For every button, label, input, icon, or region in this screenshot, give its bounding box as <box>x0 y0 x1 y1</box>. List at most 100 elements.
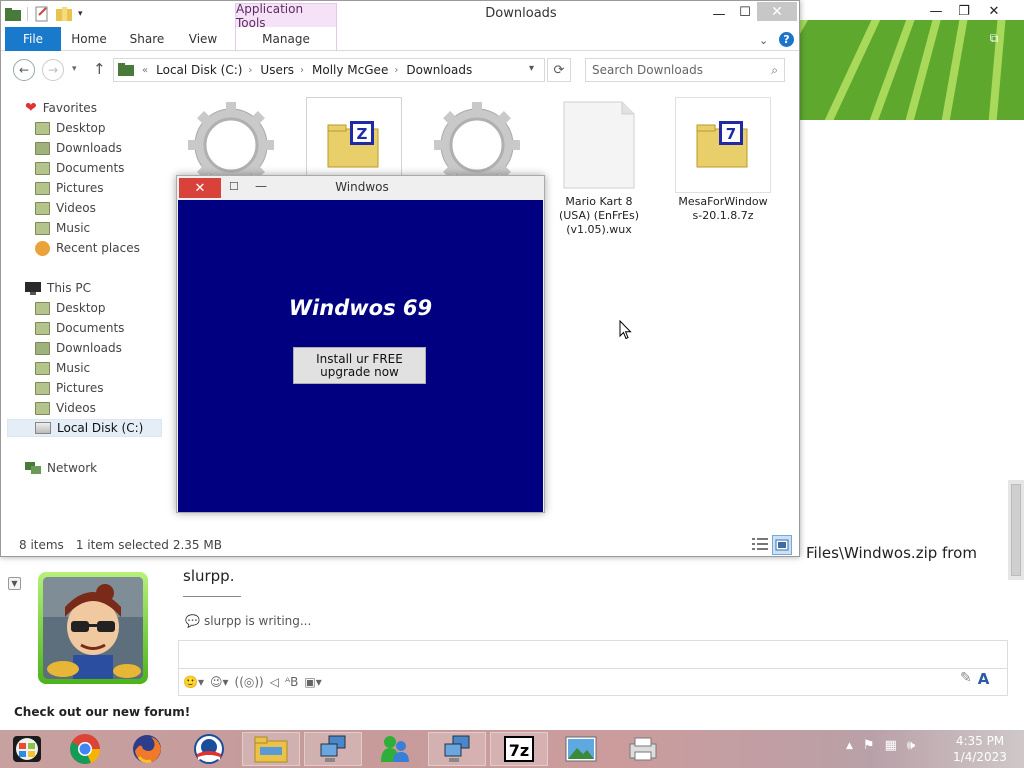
up-button[interactable]: ↑ <box>93 60 106 78</box>
nav-pc-videos[interactable]: Videos <box>35 399 96 417</box>
videos-icon <box>35 401 50 415</box>
breadcrumb-downloads[interactable]: Downloads <box>406 63 472 77</box>
recent-places-icon <box>35 240 50 256</box>
restore-button[interactable]: ❐ <box>950 2 978 20</box>
tab-view[interactable]: View <box>179 27 227 51</box>
emoticon-icon[interactable]: 🙂▾ <box>183 675 204 689</box>
maximize-button[interactable]: ☐ <box>229 180 239 193</box>
print-taskbar-icon[interactable] <box>614 732 672 766</box>
help-icon[interactable]: ? <box>779 32 794 47</box>
breadcrumb-users[interactable]: Users › <box>260 63 304 77</box>
show-hidden-icons-icon[interactable]: ▲ <box>846 741 853 751</box>
volume-icon[interactable]: 🕪 <box>907 738 915 753</box>
forum-link[interactable]: Check out our new forum! <box>14 705 190 719</box>
nav-fav-videos[interactable]: Videos <box>35 199 96 217</box>
clock[interactable]: 4:35 PM 1/4/2023 <box>942 733 1018 765</box>
start-button[interactable] <box>0 732 54 766</box>
tab-manage[interactable]: Manage <box>235 27 337 51</box>
nav-fav-recent[interactable]: Recent places <box>35 239 140 257</box>
nav-this-pc[interactable]: This PC <box>25 279 91 297</box>
action-center-flag-icon[interactable]: ⚑ <box>863 738 875 753</box>
search-input[interactable]: Search Downloads ⌕ <box>585 58 785 82</box>
nav-pc-music[interactable]: Music <box>35 359 90 377</box>
network-tray-icon[interactable]: ▦ <box>885 738 897 753</box>
font-icon[interactable]: ᴬB <box>285 675 298 689</box>
nav-pc-pictures[interactable]: Pictures <box>35 379 104 397</box>
minimize-button[interactable]: — <box>705 5 733 23</box>
collapse-icon[interactable]: ▼ <box>8 577 21 590</box>
chrome-taskbar-icon[interactable] <box>56 732 114 766</box>
photos-taskbar-icon[interactable] <box>552 732 610 766</box>
pictures-icon <box>35 181 50 195</box>
close-button[interactable]: ✕ <box>179 178 221 198</box>
nudge-icon[interactable]: ((◎)) <box>235 675 264 689</box>
msn-messenger-taskbar-icon[interactable] <box>366 732 424 766</box>
nav-pc-downloads[interactable]: Downloads <box>35 339 122 357</box>
recent-locations-icon[interactable]: ▾ <box>72 64 77 74</box>
nav-fav-downloads[interactable]: Downloads <box>35 139 122 157</box>
properties-icon[interactable] <box>34 6 50 22</box>
address-dropdown-icon[interactable]: ▾ <box>529 63 534 74</box>
system-tray: ▲ ⚑ ▦ 🕪 <box>846 738 915 753</box>
refresh-button[interactable]: ⟳ <box>547 58 571 82</box>
remote-network-2-taskbar-icon[interactable] <box>428 732 486 766</box>
nav-fav-pictures[interactable]: Pictures <box>35 179 104 197</box>
nav-pc-documents[interactable]: Documents <box>35 319 124 337</box>
mouse-cursor-icon <box>619 320 632 340</box>
typing-text: slurpp is writing... <box>203 614 312 628</box>
customize-dropdown-icon[interactable]: ▾ <box>78 9 83 19</box>
pencil-icon[interactable]: ✎ <box>960 670 972 688</box>
tab-share[interactable]: Share <box>121 27 173 51</box>
options-icon[interactable]: ⧉ <box>984 30 1004 46</box>
minimize-button[interactable]: — <box>255 179 267 193</box>
nav-network[interactable]: Network <box>25 459 97 477</box>
tab-home[interactable]: Home <box>65 27 113 51</box>
7zip-taskbar-icon[interactable]: 7z <box>490 732 548 766</box>
nav-fav-music[interactable]: Music <box>35 219 90 237</box>
minimize-button[interactable]: — <box>922 2 950 20</box>
music-icon <box>35 221 50 235</box>
back-button[interactable]: ← <box>13 59 35 81</box>
install-upgrade-button[interactable]: Install ur FREE upgrade now <box>293 347 426 384</box>
maximize-button[interactable]: ☐ <box>731 3 759 21</box>
address-bar[interactable]: « Local Disk (C:) › Users › Molly McGee › D… <box>113 58 545 82</box>
nav-pc-local-disk[interactable]: Local Disk (C:) <box>35 419 143 437</box>
nav-fav-desktop[interactable]: Desktop <box>35 119 106 137</box>
expand-ribbon-icon[interactable]: ⌄ <box>759 34 768 47</box>
forward-button[interactable]: → <box>42 59 64 81</box>
breadcrumb-local-disk[interactable]: Local Disk (C:) › <box>156 63 252 77</box>
selection-size: 2.35 MB <box>172 538 222 552</box>
breadcrumb-overflow[interactable]: « <box>142 65 148 76</box>
breadcrumb-molly-mcgee[interactable]: Molly McGee › <box>312 63 398 77</box>
explorer-titlebar <box>1 1 799 27</box>
obama-logo-taskbar-icon[interactable] <box>180 732 238 766</box>
file-item-mesa[interactable]: 7 MesaForWindows-20.1.8.7z <box>675 97 771 223</box>
close-button[interactable]: ✕ <box>757 2 797 21</box>
font-color-icon[interactable]: A <box>978 670 990 688</box>
nav-fav-documents[interactable]: Documents <box>35 159 124 177</box>
wink-icon[interactable]: 😉▾ <box>210 675 229 689</box>
file-explorer-taskbar-icon[interactable] <box>242 732 300 766</box>
status-bar: 8 items 1 item selected 2.35 MB <box>19 538 222 552</box>
remote-network-taskbar-icon[interactable] <box>304 732 362 766</box>
popup-heading: Windwos 69 <box>288 296 433 320</box>
details-view-icon[interactable] <box>752 537 768 551</box>
nav-favorites[interactable]: ❤ Favorites <box>25 99 97 117</box>
new-folder-icon[interactable] <box>56 7 72 21</box>
network-icon <box>25 461 41 475</box>
games-icon[interactable]: ▣▾ <box>304 675 321 689</box>
large-icons-view-icon[interactable] <box>772 535 792 555</box>
heart-icon: ❤ <box>25 100 37 116</box>
voice-clip-icon[interactable]: ◁ <box>270 675 279 689</box>
nav-pc-desktop[interactable]: Desktop <box>35 299 106 317</box>
close-button[interactable]: ✕ <box>980 2 1008 20</box>
tab-file[interactable]: File <box>5 27 61 51</box>
quick-access-toolbar: ▾ <box>5 6 83 22</box>
avatar[interactable] <box>38 572 148 684</box>
message-input[interactable] <box>178 640 1008 668</box>
file-item-mario-kart[interactable]: Mario Kart 8 (USA) (EnFrEs) (v1.05).wux <box>551 97 647 237</box>
firefox-taskbar-icon[interactable] <box>118 732 176 766</box>
chat-scrollbar-thumb[interactable] <box>1011 484 1021 576</box>
windwos-popup: ✕ ☐ — Windwos Windwos 69 Install ur FREE… <box>176 175 545 513</box>
folder-icon[interactable] <box>5 7 21 21</box>
